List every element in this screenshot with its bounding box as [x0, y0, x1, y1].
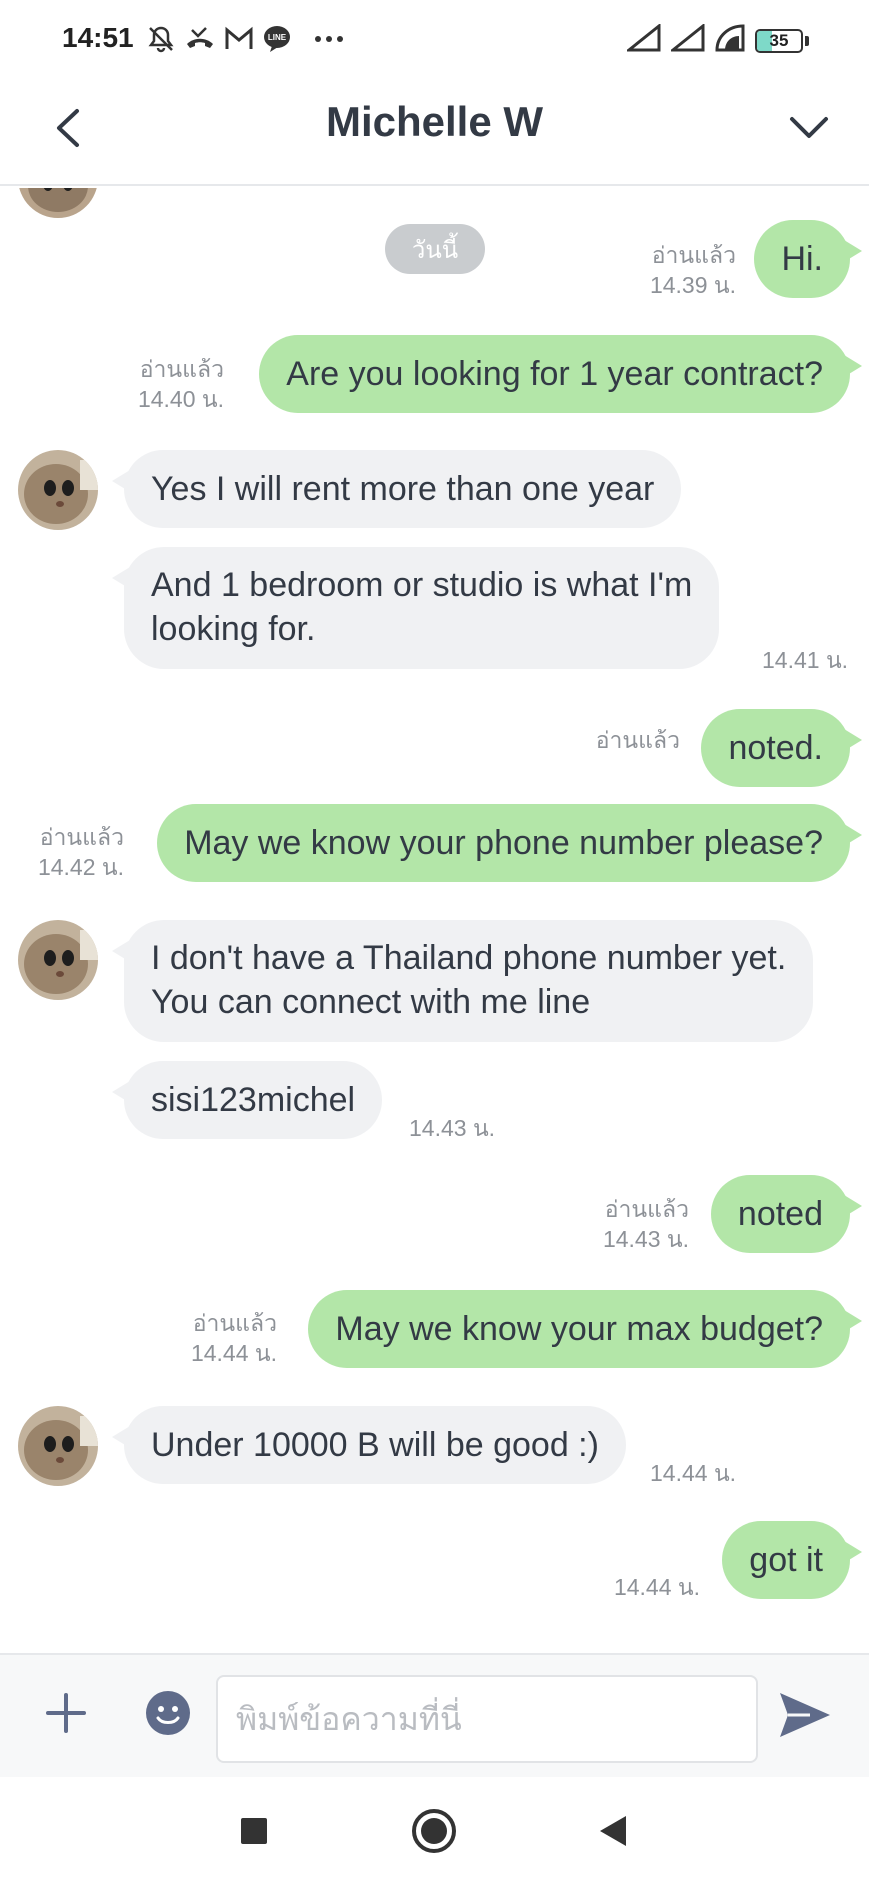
- line-icon: LINE: [262, 24, 292, 54]
- message-time: 14.44 น.: [190, 1340, 277, 1366]
- message-time: 14.41 น.: [762, 647, 849, 673]
- cat-avatar-image: [18, 920, 98, 1000]
- recent-apps-button[interactable]: [228, 1805, 280, 1857]
- send-icon: [780, 1693, 830, 1737]
- system-indicators: 35: [624, 22, 809, 57]
- battery-icon: 35: [755, 28, 803, 53]
- emoji-button[interactable]: [144, 1689, 192, 1737]
- signal-icon: [624, 22, 661, 57]
- incoming-message-bubble[interactable]: And 1 bedroom or studio is what I'm look…: [111, 547, 720, 669]
- signal-icon: [668, 22, 705, 57]
- svg-text:LINE: LINE: [268, 33, 287, 42]
- incoming-message-bubble[interactable]: I don't have a Thailand phone number yet…: [111, 920, 814, 1042]
- message-time: 14.44 น.: [613, 1574, 700, 1600]
- status-bar: 14:51 LINE 35: [0, 0, 869, 76]
- chat-header: Michelle W: [0, 76, 869, 186]
- read-receipt: อ่านแล้ว: [192, 1310, 277, 1336]
- message-line: And 1 bedroom or studio is what I'm: [151, 566, 693, 604]
- cat-avatar-image: [18, 1406, 98, 1486]
- smiley-icon: [146, 1691, 190, 1735]
- outgoing-message-bubble[interactable]: Are you looking for 1 year contract?: [259, 335, 862, 413]
- read-receipt: อ่านแล้ว: [651, 242, 736, 268]
- mute-icon: [146, 24, 176, 54]
- message-time: 14.39 น.: [649, 272, 736, 298]
- outgoing-message-bubble[interactable]: noted: [710, 1175, 863, 1253]
- message-meta: อ่านแล้ว 14.42 น.: [38, 822, 124, 882]
- read-receipt: อ่านแล้ว: [604, 1196, 689, 1222]
- avatar[interactable]: [18, 188, 98, 218]
- cat-avatar-image: [18, 188, 98, 218]
- date-separator: วันนี้: [385, 224, 485, 274]
- chat-menu-button[interactable]: [779, 100, 839, 156]
- outgoing-message-bubble[interactable]: got it: [722, 1521, 862, 1599]
- read-receipt: อ่านแล้ว: [595, 727, 680, 753]
- battery-tip: [805, 35, 809, 46]
- outgoing-message-bubble[interactable]: May we know your phone number please?: [157, 804, 862, 882]
- incoming-message-bubble[interactable]: sisi123michel: [111, 1061, 383, 1139]
- chat-title: Michelle W: [325, 98, 544, 145]
- more-icon: [314, 34, 344, 44]
- send-button[interactable]: [776, 1689, 834, 1741]
- message-line: looking for.: [151, 610, 316, 648]
- avatar[interactable]: [18, 1406, 98, 1486]
- message-input-bar: [0, 1653, 869, 1777]
- chevron-down-icon: [790, 117, 828, 138]
- outgoing-message-bubble[interactable]: Hi.: [754, 220, 862, 298]
- message-meta: อ่านแล้ว 14.40 น.: [138, 354, 224, 414]
- message-meta: อ่านแล้ว 14.43 น.: [603, 1194, 689, 1254]
- battery-level: 35: [769, 30, 789, 50]
- missed-call-icon: [184, 24, 216, 54]
- square-icon: [241, 1818, 267, 1844]
- message-time: 14.42 น.: [37, 854, 124, 880]
- outgoing-message-bubble[interactable]: May we know your max budget?: [308, 1290, 862, 1368]
- message-list[interactable]: วันนี้ อ่านแล้ว 14.39 น. Hi. อ่านแล้ว 14…: [0, 188, 869, 1653]
- read-receipt: อ่านแล้ว: [39, 824, 124, 850]
- message-time: 14.44 น.: [650, 1460, 737, 1486]
- message-line: I don't have a Thailand phone number yet…: [151, 939, 787, 977]
- incoming-message-bubble[interactable]: Yes I will rent more than one year: [111, 450, 682, 528]
- plus-icon: [46, 1693, 86, 1733]
- cat-avatar-image: [18, 450, 98, 530]
- home-circle-icon: [412, 1809, 456, 1853]
- status-time: 14:51: [62, 22, 134, 53]
- message-input[interactable]: [216, 1675, 758, 1763]
- message-meta: อ่านแล้ว 14.44 น.: [191, 1308, 277, 1368]
- back-nav-button[interactable]: [588, 1805, 640, 1857]
- home-button[interactable]: [408, 1805, 460, 1857]
- add-attachment-button[interactable]: [38, 1685, 94, 1741]
- gmail-icon: [224, 25, 254, 53]
- message-meta: อ่านแล้ว 14.39 น.: [650, 240, 736, 300]
- message-line: You can connect with me line: [151, 983, 591, 1021]
- avatar[interactable]: [18, 920, 98, 1000]
- read-receipt: อ่านแล้ว: [139, 356, 224, 382]
- message-time: 14.43 น.: [409, 1115, 496, 1141]
- notification-icons: LINE: [146, 22, 344, 56]
- outgoing-message-bubble[interactable]: noted.: [701, 709, 862, 787]
- wifi-icon: [715, 24, 745, 57]
- message-time: 14.43 น.: [602, 1226, 689, 1252]
- system-nav-bar: [0, 1777, 869, 1883]
- triangle-back-icon: [600, 1816, 626, 1846]
- message-time: 14.40 น.: [137, 386, 224, 412]
- avatar[interactable]: [18, 450, 98, 530]
- incoming-message-bubble[interactable]: Under 10000 B will be good :): [112, 1406, 626, 1484]
